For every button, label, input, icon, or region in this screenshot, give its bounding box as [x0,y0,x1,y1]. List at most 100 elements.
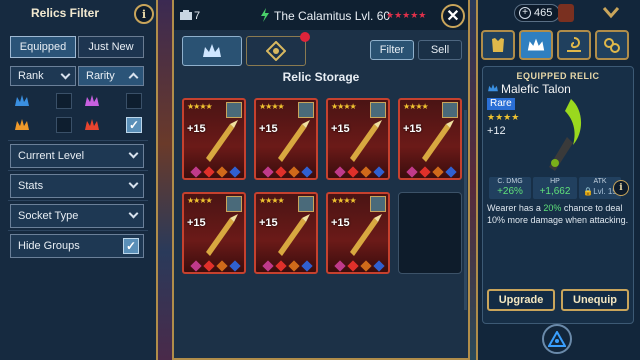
current-level-dropdown[interactable]: Current Level [10,144,144,168]
divider [8,170,148,171]
rarity-dropdown[interactable]: Rarity [78,66,144,86]
relic-stars: ★★★★ [187,196,213,205]
gears-icon [604,38,620,53]
chevron-down-icon [128,148,139,159]
rarity-purple-icon [85,95,99,106]
relic-art [350,214,382,256]
rarity-purple-checkbox[interactable] [126,93,142,109]
filter-button[interactable]: Filter [370,40,414,60]
relic-art [278,120,310,162]
relic-count: 7 [194,10,201,22]
relic-slot[interactable]: ★★★★ +15 [254,98,318,180]
rank-blue-checkbox[interactable] [56,93,72,109]
add-currency-icon[interactable]: + [519,7,531,19]
socket-type-label: Socket Type [18,210,79,222]
relic-stars: ★★★★ [259,196,285,205]
relic-level: +15 [403,123,422,135]
relic-stars: ★★★★ [487,112,520,122]
champion-portrait [370,196,386,212]
relic-tier-emblem[interactable] [542,324,572,354]
tab-blessings[interactable] [595,30,629,60]
rank-blue-icon [15,95,29,106]
tab-equipped[interactable]: Equipped [10,36,76,58]
equipped-relic-card: EQUIPPED RELIC Malefic Talon Rare ★★★★ +… [482,66,634,324]
filter-info-button[interactable]: i [134,4,154,24]
chevron-down-icon [128,208,139,219]
tab-masteries[interactable] [557,30,591,60]
diamond-relic-icon [266,41,286,61]
relic-level: +15 [259,123,278,135]
rank-dropdown[interactable]: Rank [10,66,76,86]
socket-type-dropdown[interactable]: Socket Type [10,204,144,228]
crown-relic-icon [203,44,221,57]
hide-groups-label: Hide Groups [18,240,80,252]
champion-stars: ★★★★★ [386,10,427,20]
champion-name: The Calamitus Lvl. 60 [274,9,391,23]
rarity-red-checkbox[interactable]: ✓ [126,117,142,133]
triangle-emblem-icon [548,331,566,347]
relic-slot[interactable]: ★★★★ +15 [254,192,318,274]
champion-portrait [298,196,314,212]
champion-portrait [298,102,314,118]
relic-level: +12 [487,125,506,137]
socket-gems [330,166,385,178]
relic-art [206,120,238,162]
upgrade-button[interactable]: Upgrade [487,289,555,311]
divider [8,230,148,231]
champion-portrait [226,102,242,118]
socket-gem [216,166,228,178]
socket-gem [432,166,444,178]
relic-level: +15 [259,217,278,229]
rarity-label: Rarity [86,70,115,82]
hide-groups-checkbox[interactable]: ✓ [123,238,139,254]
stats-info-button[interactable]: i [613,180,629,196]
socket-gem [275,260,287,272]
socket-gem [301,260,313,272]
empty-relic-slot[interactable] [398,192,462,274]
socket-gem [190,166,202,178]
socket-gem [373,166,385,178]
champion-portrait [558,4,574,22]
socket-gem [301,166,313,178]
scrollbar[interactable] [464,110,467,310]
socket-gem [406,166,418,178]
relic-category-button-crown[interactable] [182,36,242,66]
crown-relic-icon [527,38,545,51]
socket-gem [275,166,287,178]
rarity-badge: Rare [487,98,515,110]
stats-dropdown[interactable]: Stats [10,174,144,198]
relic-slot[interactable]: ★★★★ +15 [326,192,390,274]
relic-slot[interactable]: ★★★★ +15 [182,98,246,180]
socket-gems [258,166,313,178]
relic-slot[interactable]: ★★★★ +15 [326,98,390,180]
relic-slot[interactable]: ★★★★ +15 [182,192,246,274]
socket-gems [330,260,385,272]
relic-stars: ★★★★ [259,102,285,111]
relic-stars: ★★★★ [187,102,213,111]
tab-just-new[interactable]: Just New [78,36,144,58]
storage-icon [180,10,192,20]
stat-crit-damage: C. DMG +26% [489,177,531,199]
rank-orange-checkbox[interactable] [56,117,72,133]
divider [8,200,148,201]
tab-artifacts[interactable] [481,30,515,60]
rarity-red-icon [85,119,99,130]
hide-groups-toggle[interactable]: Hide Groups ✓ [10,234,144,258]
relic-category-button-diamond[interactable] [246,36,306,66]
relic-stars: ★★★★ [331,196,357,205]
socket-gem [445,166,457,178]
socket-gem [262,166,274,178]
socket-gem [262,260,274,272]
sell-button[interactable]: Sell [418,40,462,60]
collapse-icon[interactable] [600,4,622,22]
relic-slot[interactable]: ★★★★ +15 [398,98,462,180]
socket-gems [186,260,241,272]
relic-storage-title: Relic Storage [282,70,360,84]
relic-level: +15 [187,123,206,135]
currency-display: + 465 [514,4,560,22]
champion-portrait [226,196,242,212]
unequip-button[interactable]: Unequip [561,289,629,311]
close-button[interactable]: ✕ [441,4,465,28]
socket-gem [229,260,241,272]
tab-relics[interactable] [519,30,553,60]
